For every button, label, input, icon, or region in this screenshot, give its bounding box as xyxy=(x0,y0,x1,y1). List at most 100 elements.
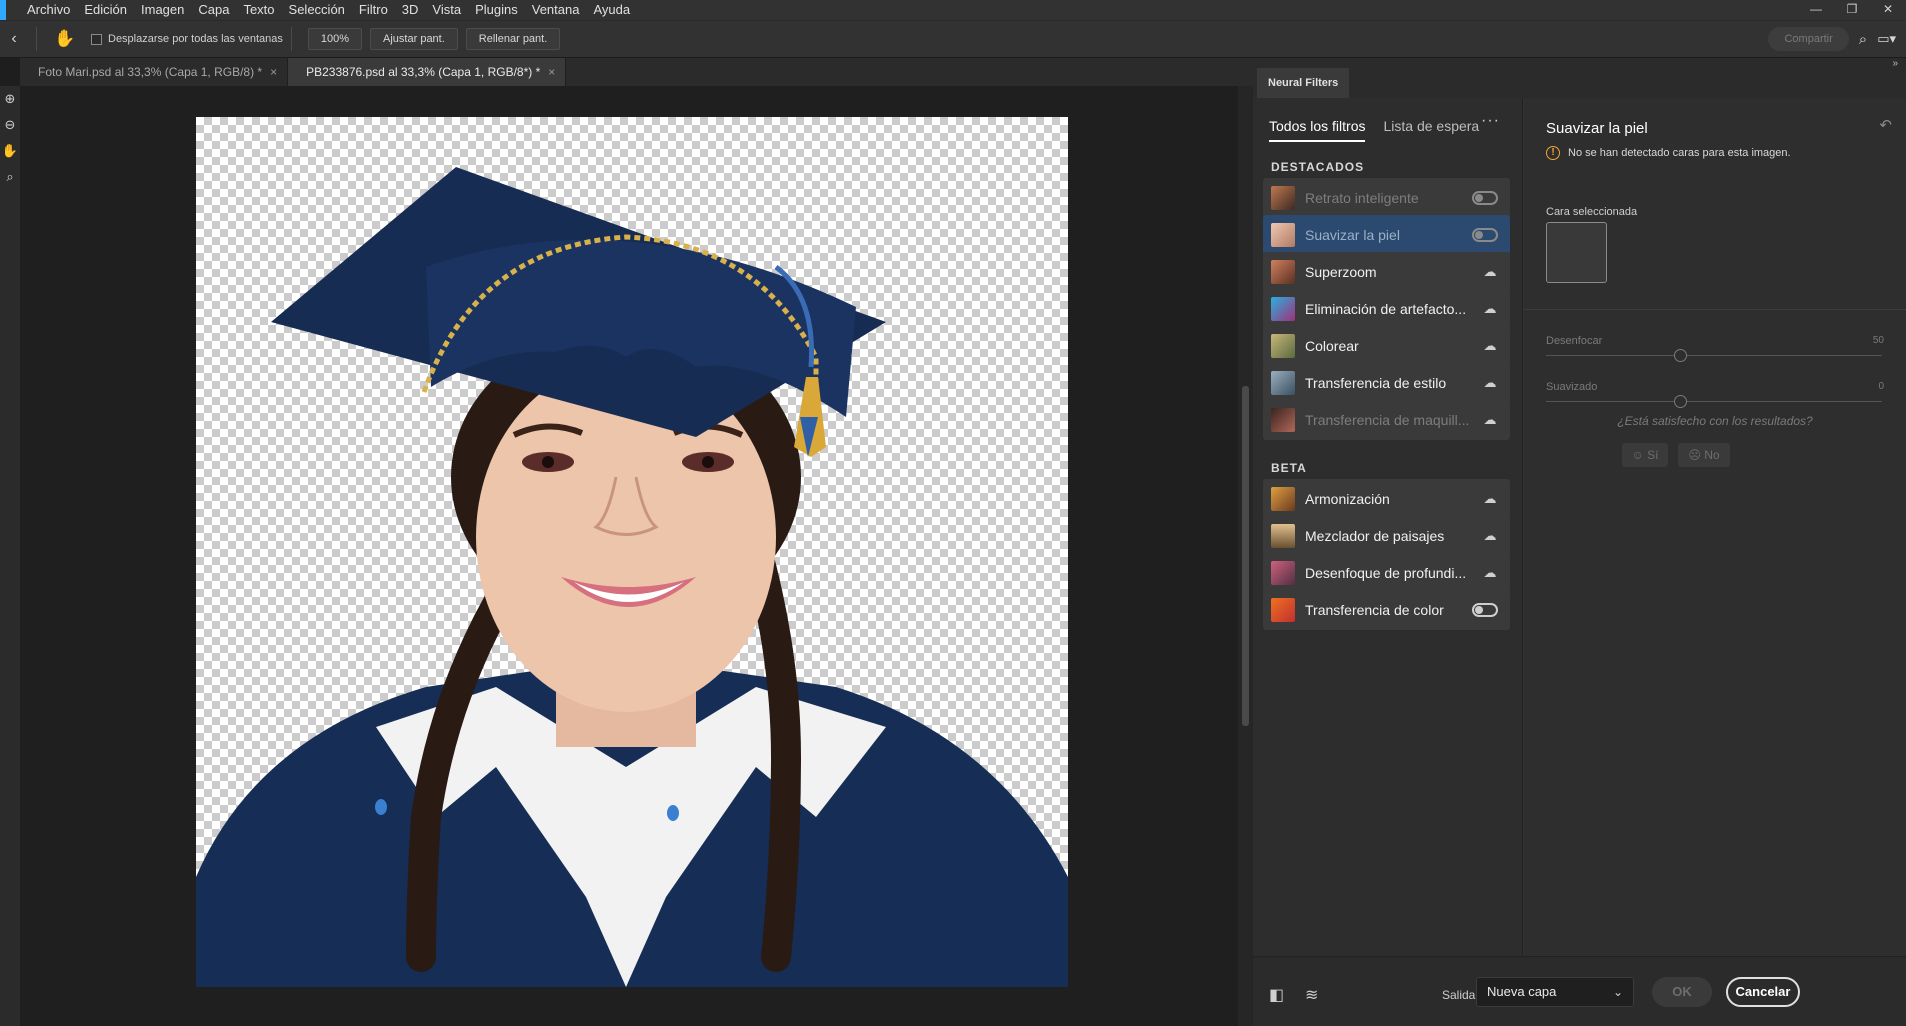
toggle-switch[interactable] xyxy=(1472,191,1498,205)
filter-mezclador-paisajes[interactable]: Mezclador de paisajes ☁ xyxy=(1263,516,1510,556)
close-window-button[interactable]: ✕ xyxy=(1870,0,1906,20)
cloud-download-icon[interactable]: ☁ xyxy=(1482,491,1498,507)
filter-thumbnail xyxy=(1271,371,1295,395)
hand-tool-icon[interactable]: ✋ xyxy=(0,138,20,164)
menu-imagen[interactable]: Imagen xyxy=(134,0,191,20)
zoom-out-icon[interactable]: ⊖ xyxy=(0,112,20,138)
filter-label: Eliminación de artefacto... xyxy=(1305,301,1467,317)
cloud-download-icon[interactable]: ☁ xyxy=(1482,264,1498,280)
output-select[interactable]: Nueva capa ⌄ xyxy=(1476,977,1634,1007)
filter-label: Retrato inteligente xyxy=(1305,190,1419,206)
menu-plugins[interactable]: Plugins xyxy=(468,0,525,20)
filter-retrato-inteligente[interactable]: Retrato inteligente xyxy=(1263,178,1510,218)
scrollbar-thumb[interactable] xyxy=(1242,386,1249,726)
divider xyxy=(36,27,37,51)
workspace xyxy=(20,86,1253,1026)
menu-archivo[interactable]: Archivo xyxy=(20,0,77,20)
menu-ventana[interactable]: Ventana xyxy=(525,0,587,20)
zoom-100-button[interactable]: 100% xyxy=(307,28,363,50)
toggle-switch[interactable] xyxy=(1472,603,1498,617)
tab-waitlist[interactable]: Lista de espera xyxy=(1383,118,1479,142)
filter-desenfoque-profundidad[interactable]: Desenfoque de profundi... ☁ xyxy=(1263,553,1510,593)
panel-title[interactable]: Neural Filters xyxy=(1257,68,1350,98)
tab-foto-mari[interactable]: Foto Mari.psd al 33,3% (Capa 1, RGB/8) *… xyxy=(20,58,289,86)
menu-texto[interactable]: Texto xyxy=(236,0,281,20)
selected-face-thumbnail[interactable] xyxy=(1546,222,1607,283)
filter-transferencia-color[interactable]: Transferencia de color xyxy=(1263,590,1510,630)
zoom-in-icon[interactable]: ⊕ xyxy=(0,86,20,112)
cloud-download-icon[interactable]: ☁ xyxy=(1482,338,1498,354)
portrait-image xyxy=(196,167,1068,987)
filter-thumbnail xyxy=(1271,598,1295,622)
restore-button[interactable]: ❐ xyxy=(1834,0,1870,20)
filter-colorear[interactable]: Colorear ☁ xyxy=(1263,326,1510,366)
menu-vista[interactable]: Vista xyxy=(425,0,468,20)
filter-eliminacion-artefactos[interactable]: Eliminación de artefacto... ☁ xyxy=(1263,289,1510,329)
filter-tabs: Todos los filtros Lista de espera xyxy=(1269,118,1479,142)
cloud-download-icon[interactable]: ☁ xyxy=(1482,528,1498,544)
filter-superzoom[interactable]: Superzoom ☁ xyxy=(1263,252,1510,292)
panel-footer: ◧ ≋ Salida Nueva capa ⌄ OK Cancelar xyxy=(1253,956,1906,1026)
menu-filtro[interactable]: Filtro xyxy=(352,0,395,20)
close-icon[interactable]: × xyxy=(270,65,277,79)
blur-value: 50 xyxy=(1872,335,1884,346)
filter-thumbnail xyxy=(1271,408,1295,432)
cloud-download-icon[interactable]: ☁ xyxy=(1482,565,1498,581)
filter-thumbnail xyxy=(1271,260,1295,284)
compare-icon[interactable]: ◧ xyxy=(1269,985,1284,1005)
layers-icon[interactable]: ≋ xyxy=(1305,985,1318,1005)
menu-3d[interactable]: 3D xyxy=(395,0,426,20)
panel-header: Neural Filters » xyxy=(1253,58,1906,98)
options-right: Compartir ⌕ ▭▾ xyxy=(1768,27,1896,51)
neural-filters-panel: Neural Filters » Todos los filtros Lista… xyxy=(1253,58,1906,1026)
back-arrow-icon[interactable]: ‹ xyxy=(0,30,28,48)
toggle-switch[interactable] xyxy=(1472,228,1498,242)
filter-label: Desenfoque de profundi... xyxy=(1305,565,1467,581)
more-options-icon[interactable]: ··· xyxy=(1481,112,1500,130)
image-canvas[interactable] xyxy=(196,117,1068,987)
blur-slider-track[interactable] xyxy=(1546,355,1882,356)
options-bar: ‹ ✋ Desplazarse por todas las ventanas 1… xyxy=(0,20,1906,58)
filter-thumbnail xyxy=(1271,524,1295,548)
filter-thumbnail xyxy=(1271,561,1295,585)
section-featured: DESTACADOS xyxy=(1271,160,1365,174)
feedback-yes-button[interactable]: ☺ Sí xyxy=(1622,443,1668,467)
close-icon[interactable]: × xyxy=(548,65,555,79)
ok-button[interactable]: OK xyxy=(1652,977,1712,1007)
share-button[interactable]: Compartir xyxy=(1768,27,1849,51)
cloud-download-icon[interactable]: ☁ xyxy=(1482,412,1498,428)
cloud-download-icon[interactable]: ☁ xyxy=(1482,375,1498,391)
fit-screen-button[interactable]: Ajustar pant. xyxy=(370,28,458,50)
menu-capa[interactable]: Capa xyxy=(191,0,236,20)
filter-transferencia-maquillaje[interactable]: Transferencia de maquill... ☁ xyxy=(1263,400,1510,440)
cloud-download-icon[interactable]: ☁ xyxy=(1482,301,1498,317)
menu-edicion[interactable]: Edición xyxy=(77,0,134,20)
feedback-no-button[interactable]: ☹ No xyxy=(1678,443,1730,467)
filter-suavizar-piel[interactable]: Suavizar la piel xyxy=(1263,215,1510,255)
filter-transferencia-estilo[interactable]: Transferencia de estilo ☁ xyxy=(1263,363,1510,403)
menu-seleccion[interactable]: Selección xyxy=(282,0,352,20)
expand-icon[interactable]: » xyxy=(1892,58,1898,69)
hand-icon[interactable]: ✋ xyxy=(45,29,85,49)
yes-label: Sí xyxy=(1647,448,1659,462)
smooth-slider-track[interactable] xyxy=(1546,401,1882,402)
search-icon[interactable]: ⌕ xyxy=(1859,31,1867,48)
output-label: Salida xyxy=(1442,988,1476,1002)
zoom-tool-icon[interactable]: ⌕ xyxy=(0,164,20,190)
cancel-button[interactable]: Cancelar xyxy=(1726,977,1800,1007)
canvas-scrollbar[interactable] xyxy=(1238,86,1253,1026)
tab-label: PB233876.psd al 33,3% (Capa 1, RGB/8*) * xyxy=(306,65,541,79)
minimize-button[interactable]: — xyxy=(1798,0,1834,20)
scroll-all-checkbox[interactable] xyxy=(91,33,102,45)
smooth-slider-knob[interactable] xyxy=(1674,395,1687,408)
blur-slider-knob[interactable] xyxy=(1674,349,1687,362)
tab-pb233876[interactable]: PB233876.psd al 33,3% (Capa 1, RGB/8*) *… xyxy=(288,58,567,86)
filter-armonizacion[interactable]: Armonización ☁ xyxy=(1263,479,1510,519)
menu-ayuda[interactable]: Ayuda xyxy=(586,0,637,20)
fill-screen-button[interactable]: Rellenar pant. xyxy=(465,28,561,50)
tab-all-filters[interactable]: Todos los filtros xyxy=(1269,118,1366,142)
settings-title: Suavizar la piel xyxy=(1546,120,1648,137)
reset-icon[interactable]: ↶ xyxy=(1879,116,1892,134)
section-beta: BETA xyxy=(1271,461,1307,475)
workspace-icon[interactable]: ▭▾ xyxy=(1877,31,1896,47)
